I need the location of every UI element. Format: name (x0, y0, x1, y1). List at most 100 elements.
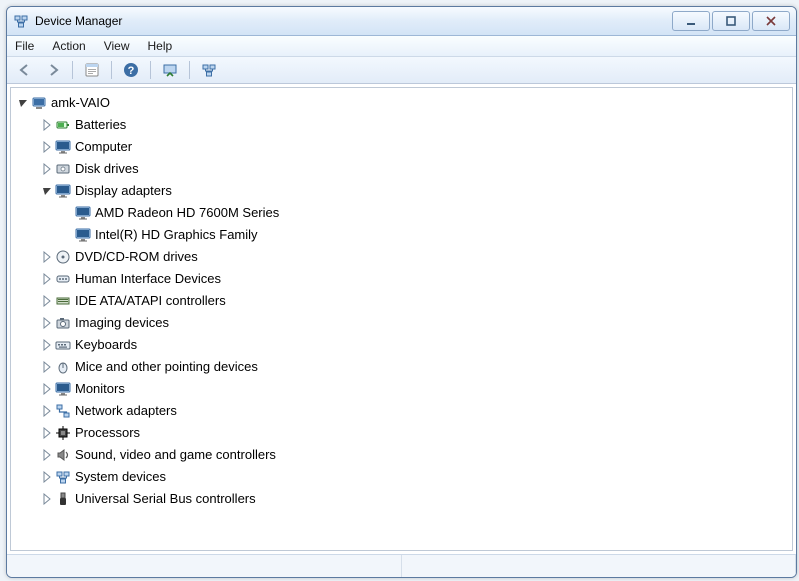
toolbar-separator (150, 61, 151, 79)
expand-toggle-icon[interactable] (41, 427, 53, 439)
network-icon (55, 403, 71, 419)
expand-toggle-icon[interactable] (41, 449, 53, 461)
category-computer[interactable]: Computer (13, 136, 790, 158)
category-network[interactable]: Network adapters (13, 400, 790, 422)
category-processors[interactable]: Processors (13, 422, 790, 444)
expand-toggle-icon[interactable] (41, 493, 53, 505)
expand-toggle-icon[interactable] (41, 471, 53, 483)
expand-toggle-icon[interactable] (41, 295, 53, 307)
category-label: Sound, video and game controllers (75, 445, 276, 465)
help-button[interactable] (119, 58, 143, 82)
speaker-icon (55, 447, 71, 463)
computer-icon (31, 95, 47, 111)
category-label: DVD/CD-ROM drives (75, 247, 198, 267)
close-button[interactable] (752, 11, 790, 31)
expand-toggle-icon[interactable] (41, 273, 53, 285)
category-display-adapters[interactable]: Display adapters (13, 180, 790, 202)
scan-icon (162, 62, 178, 78)
category-mice[interactable]: Mice and other pointing devices (13, 356, 790, 378)
category-label: Monitors (75, 379, 125, 399)
category-ide[interactable]: IDE ATA/ATAPI controllers (13, 290, 790, 312)
arrow-right-icon (45, 62, 61, 78)
maximize-button[interactable] (712, 11, 750, 31)
system-icon (55, 469, 71, 485)
expand-toggle-icon[interactable] (41, 163, 53, 175)
titlebar[interactable]: Device Manager (7, 7, 796, 36)
monitor-icon (55, 139, 71, 155)
category-keyboards[interactable]: Keyboards (13, 334, 790, 356)
category-monitors[interactable]: Monitors (13, 378, 790, 400)
category-label: Universal Serial Bus controllers (75, 489, 256, 509)
category-label: Human Interface Devices (75, 269, 221, 289)
category-label: Imaging devices (75, 313, 169, 333)
category-label: Processors (75, 423, 140, 443)
toolbar-separator (72, 61, 73, 79)
category-label: Keyboards (75, 335, 137, 355)
category-hid[interactable]: Human Interface Devices (13, 268, 790, 290)
category-system[interactable]: System devices (13, 466, 790, 488)
category-dvd[interactable]: DVD/CD-ROM drives (13, 246, 790, 268)
monitor-icon (55, 183, 71, 199)
properties-button[interactable] (197, 58, 221, 82)
show-hide-console-button[interactable] (80, 58, 104, 82)
statusbar-pane-right (402, 555, 797, 577)
device-label: AMD Radeon HD 7600M Series (95, 203, 279, 223)
ide-icon (55, 293, 71, 309)
menubar: File Action View Help (7, 36, 796, 57)
help-icon (123, 62, 139, 78)
tree-root[interactable]: amk-VAIO (13, 92, 790, 114)
menu-view[interactable]: View (104, 39, 130, 53)
device-label: Intel(R) HD Graphics Family (95, 225, 258, 245)
expand-toggle-icon[interactable] (41, 251, 53, 263)
toolbar-separator (111, 61, 112, 79)
minimize-icon (685, 15, 697, 27)
window-title: Device Manager (35, 14, 672, 28)
monitor-icon (55, 381, 71, 397)
console-tree-icon (84, 62, 100, 78)
device-amd-radeon[interactable]: AMD Radeon HD 7600M Series (13, 202, 790, 224)
category-label: Network adapters (75, 401, 177, 421)
monitor-icon (75, 227, 91, 243)
usb-icon (55, 491, 71, 507)
close-icon (765, 15, 777, 27)
statusbar (7, 554, 796, 577)
cpu-icon (55, 425, 71, 441)
device-intel-hd[interactable]: Intel(R) HD Graphics Family (13, 224, 790, 246)
expand-toggle-icon[interactable] (41, 119, 53, 131)
toolbar-separator (189, 61, 190, 79)
expand-toggle-icon[interactable] (17, 97, 29, 109)
category-label: IDE ATA/ATAPI controllers (75, 291, 226, 311)
category-label: Mice and other pointing devices (75, 357, 258, 377)
category-label: Disk drives (75, 159, 139, 179)
expand-toggle-icon[interactable] (41, 361, 53, 373)
monitor-icon (75, 205, 91, 221)
category-usb[interactable]: Universal Serial Bus controllers (13, 488, 790, 510)
properties-icon (201, 62, 217, 78)
expand-toggle-icon[interactable] (41, 317, 53, 329)
category-label: Computer (75, 137, 132, 157)
expand-toggle-icon[interactable] (41, 141, 53, 153)
scan-hardware-button[interactable] (158, 58, 182, 82)
expand-toggle-icon[interactable] (41, 383, 53, 395)
toolbar (7, 57, 796, 84)
maximize-icon (725, 15, 737, 27)
arrow-left-icon (17, 62, 33, 78)
menu-help[interactable]: Help (148, 39, 173, 53)
menu-action[interactable]: Action (52, 39, 85, 53)
device-tree-panel[interactable]: amk-VAIO Batteries Computer Disk drives (10, 87, 793, 551)
category-sound[interactable]: Sound, video and game controllers (13, 444, 790, 466)
minimize-button[interactable] (672, 11, 710, 31)
expand-toggle-icon[interactable] (41, 185, 53, 197)
menu-file[interactable]: File (15, 39, 34, 53)
keyboard-icon (55, 337, 71, 353)
category-label: Display adapters (75, 181, 172, 201)
category-batteries[interactable]: Batteries (13, 114, 790, 136)
expand-toggle-icon[interactable] (41, 405, 53, 417)
forward-button[interactable] (41, 58, 65, 82)
tree-root-label: amk-VAIO (51, 93, 110, 113)
expand-toggle-icon[interactable] (41, 339, 53, 351)
back-button[interactable] (13, 58, 37, 82)
category-imaging[interactable]: Imaging devices (13, 312, 790, 334)
battery-icon (55, 117, 71, 133)
category-disk-drives[interactable]: Disk drives (13, 158, 790, 180)
